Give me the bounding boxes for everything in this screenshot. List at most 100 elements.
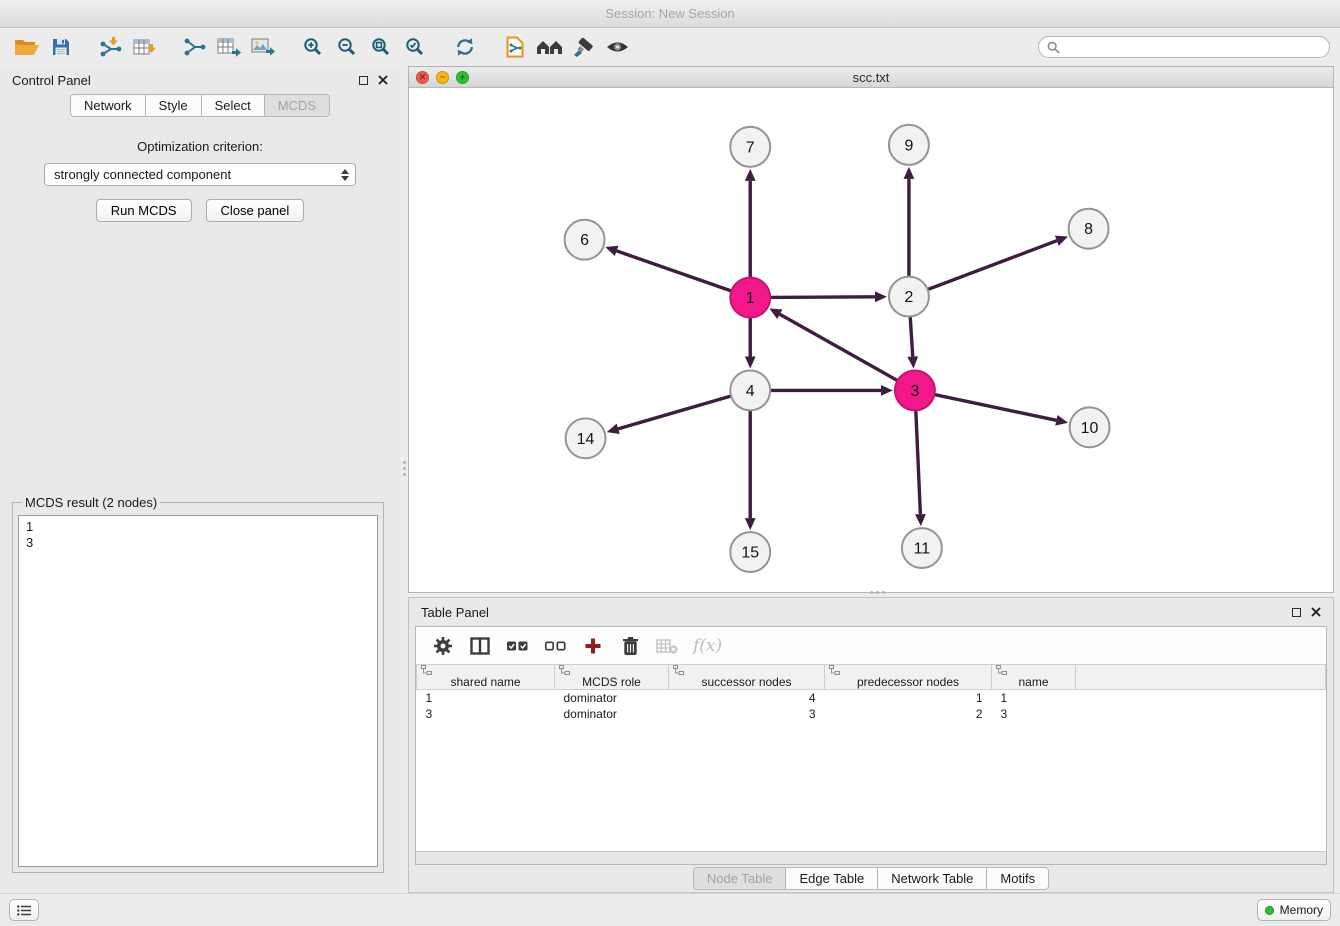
graph-node-label: 7 (746, 139, 755, 156)
float-table-panel-icon[interactable] (1292, 608, 1301, 617)
graph-edge-1-6[interactable] (617, 251, 732, 291)
main-toolbar (0, 28, 1340, 66)
tab-network[interactable]: Network (70, 94, 146, 117)
new-network-button[interactable] (178, 31, 212, 63)
close-panel-icon[interactable] (378, 75, 388, 85)
graph-edge-arrowhead (915, 514, 926, 526)
import-network-file-icon (98, 36, 124, 58)
function-builder-button-disabled[interactable]: f(x) (693, 634, 722, 658)
column-header-MCDS-role[interactable]: MCDS role (555, 665, 669, 690)
tab-motifs[interactable]: Motifs (987, 867, 1049, 890)
zoom-fit-icon (371, 37, 391, 57)
fx-icon: f(x) (693, 636, 722, 656)
tab-style[interactable]: Style (146, 94, 202, 117)
columns-icon (470, 637, 490, 655)
graph-edge-3-11[interactable] (916, 410, 921, 514)
table-panel: Table Panel (408, 597, 1334, 893)
zoom-fit-button[interactable] (364, 31, 398, 63)
optimization-criterion-label: Optimization criterion: (0, 139, 400, 154)
export-image-icon (251, 37, 276, 57)
close-panel-button[interactable]: Close panel (206, 199, 305, 222)
show-hide-button[interactable] (600, 31, 634, 63)
memory-button[interactable]: Memory (1257, 899, 1331, 921)
node-table-row[interactable]: 1dominator411 (417, 690, 1326, 706)
select-all-button[interactable] (506, 634, 529, 658)
graph-node-label: 6 (580, 232, 589, 249)
graph-edge-1-2[interactable] (770, 297, 875, 298)
graph-edge-2-8[interactable] (928, 241, 1057, 290)
node-table: shared nameMCDS rolesuccessor nodesprede… (416, 664, 1326, 851)
control-panel: Control Panel Network Style Select MCDS … (0, 66, 400, 893)
network-graph: 7968124310141511 (409, 88, 1333, 592)
tab-edge-table[interactable]: Edge Table (786, 867, 878, 890)
show-columns-button[interactable] (469, 634, 491, 658)
node-table-container: f(x) shared nameMCDS rolesuccessor nodes… (415, 626, 1327, 865)
mcds-result-item[interactable]: 3 (26, 535, 370, 551)
mcds-result-list[interactable]: 13 (18, 515, 378, 867)
graph-edge-arrowhead (607, 424, 620, 434)
open-session-button[interactable] (10, 31, 44, 63)
graph-edge-arrowhead (1055, 415, 1068, 426)
apply-layout-button[interactable] (448, 31, 482, 63)
apply-style-button[interactable] (566, 31, 600, 63)
control-panel-tabs: Network Style Select MCDS (0, 94, 400, 117)
column-header-predecessor-nodes[interactable]: predecessor nodes (825, 665, 992, 690)
clone-network-button[interactable] (498, 31, 532, 63)
optimization-criterion-select[interactable]: strongly connected component (44, 163, 356, 186)
unchecked-boxes-icon (544, 639, 567, 653)
mcds-result-item[interactable]: 1 (26, 519, 370, 535)
control-panel-title: Control Panel (12, 73, 91, 88)
save-session-button[interactable] (44, 31, 78, 63)
export-table-button[interactable] (212, 31, 246, 63)
zoom-window-button[interactable]: + (456, 71, 469, 84)
column-header-successor-nodes[interactable]: successor nodes (669, 665, 825, 690)
show-panels-button[interactable] (9, 899, 39, 921)
graph-edge-3-10[interactable] (934, 395, 1056, 421)
import-table-file-button[interactable] (128, 31, 162, 63)
node-table-row[interactable]: 3dominator323 (417, 706, 1326, 722)
zoom-out-button[interactable] (330, 31, 364, 63)
close-table-panel-icon[interactable] (1311, 607, 1321, 617)
tab-mcds[interactable]: MCDS (265, 94, 330, 117)
graph-node-label: 11 (914, 541, 931, 558)
import-network-file-button[interactable] (94, 31, 128, 63)
network-canvas[interactable]: 7968124310141511 (409, 88, 1333, 592)
deselect-all-button[interactable] (544, 634, 567, 658)
delete-column-button[interactable] (619, 634, 641, 658)
run-mcds-button[interactable]: Run MCDS (96, 199, 192, 222)
graph-edge-arrowhead (1055, 236, 1068, 246)
table-toolbar: f(x) (416, 627, 1326, 664)
graph-node-label: 9 (904, 137, 913, 154)
graph-node-label: 15 (741, 545, 759, 562)
graph-edge-2-3[interactable] (910, 317, 913, 357)
close-window-button[interactable]: ✕ (416, 71, 429, 84)
delete-table-button-disabled[interactable] (656, 634, 678, 658)
tab-select[interactable]: Select (202, 94, 265, 117)
column-header-shared-name[interactable]: shared name (417, 665, 555, 690)
list-icon (17, 905, 31, 916)
window-title: Session: New Session (605, 6, 734, 21)
search-icon (1047, 41, 1060, 54)
graph-edge-3-1[interactable] (780, 314, 898, 380)
horizontal-splitter-handle[interactable] (865, 590, 889, 595)
network-share-icon (183, 37, 207, 57)
table-horizontal-scrollbar[interactable] (416, 851, 1326, 864)
clone-network-icon (505, 36, 525, 58)
mcds-result-title: MCDS result (2 nodes) (22, 495, 160, 510)
float-panel-icon[interactable] (359, 76, 368, 85)
search-input[interactable] (1065, 40, 1321, 54)
search-box[interactable] (1038, 36, 1330, 58)
tab-node-table[interactable]: Node Table (693, 867, 787, 890)
zoom-selected-button[interactable] (398, 31, 432, 63)
panel-splitter[interactable] (400, 66, 408, 893)
graph-edge-4-14[interactable] (618, 396, 731, 429)
column-header-name[interactable]: name (992, 665, 1076, 690)
first-neighbors-button[interactable] (532, 31, 566, 63)
zoom-in-button[interactable] (296, 31, 330, 63)
graph-edge-arrowhead (875, 291, 887, 302)
table-settings-button[interactable] (432, 634, 454, 658)
export-image-button[interactable] (246, 31, 280, 63)
minimize-window-button[interactable]: − (436, 71, 449, 84)
create-column-button[interactable] (582, 634, 604, 658)
tab-network-table[interactable]: Network Table (878, 867, 987, 890)
